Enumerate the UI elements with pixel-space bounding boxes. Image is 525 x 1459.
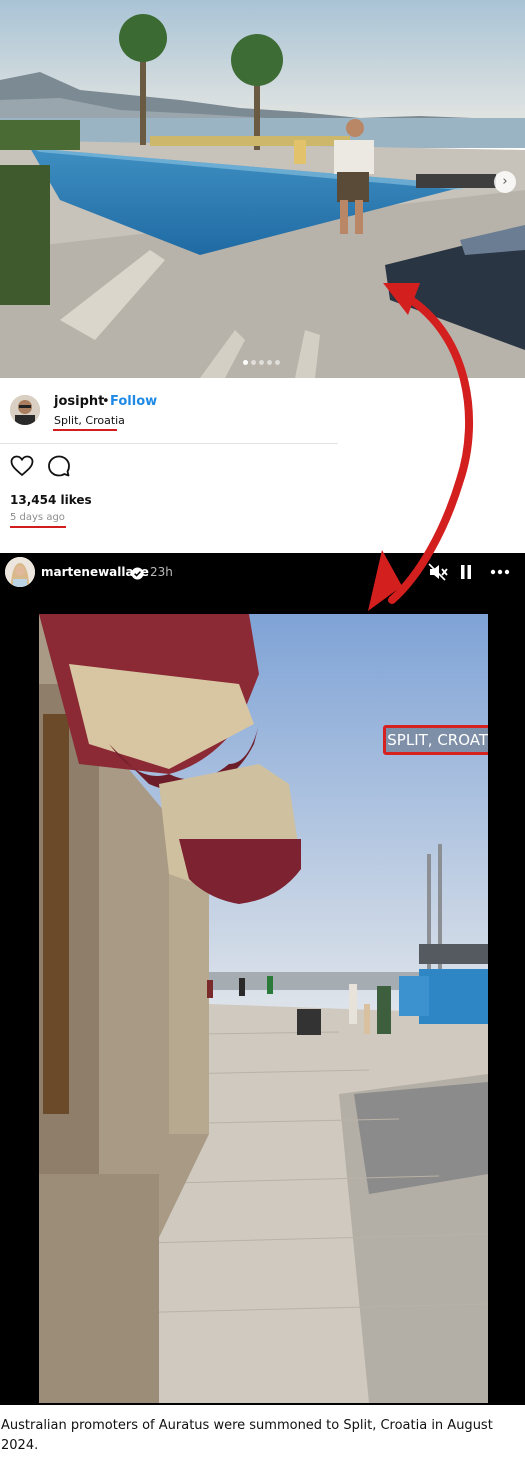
story-avatar[interactable] (5, 557, 35, 587)
story-panel: martenewallace 23h SPLIT, CROAT (0, 553, 525, 1405)
avatar-image (10, 395, 40, 425)
pool-scene-image (0, 0, 525, 378)
more-icon[interactable] (490, 564, 510, 584)
post-photo[interactable]: › (0, 0, 525, 378)
figure-caption: Australian promoters of Auratus were sum… (1, 1418, 493, 1453)
mute-icon[interactable] (428, 563, 448, 585)
post-location[interactable]: Split, Croatia (54, 414, 125, 427)
post-username[interactable]: josipht (54, 394, 104, 409)
next-arrow-icon[interactable]: › (494, 171, 516, 193)
follow-button[interactable]: Follow (110, 394, 157, 409)
divider (0, 443, 338, 444)
carousel-dot (243, 360, 248, 365)
heart-icon[interactable] (10, 455, 34, 481)
location-highlight-underline (53, 429, 117, 431)
verified-icon (131, 565, 144, 580)
post-details: josipht • Follow Split, Croatia 13,454 l… (0, 378, 525, 553)
timestamp-highlight-underline (10, 526, 66, 528)
comment-icon[interactable] (47, 455, 71, 481)
story-avatar-image (5, 557, 35, 587)
location-sticker[interactable]: SPLIT, CROATIA (383, 725, 488, 755)
carousel-dot (251, 360, 256, 365)
separator-dot: • (102, 394, 110, 409)
carousel-dot (267, 360, 272, 365)
story-timestamp: 23h (150, 565, 173, 579)
story-video[interactable]: SPLIT, CROATIA (39, 614, 488, 1403)
avatar[interactable] (10, 395, 40, 425)
likes-count[interactable]: 13,454 likes (10, 493, 92, 507)
post-timestamp: 5 days ago (10, 512, 65, 523)
carousel-dot (275, 360, 280, 365)
pause-icon[interactable] (460, 564, 472, 584)
carousel-dot (259, 360, 264, 365)
